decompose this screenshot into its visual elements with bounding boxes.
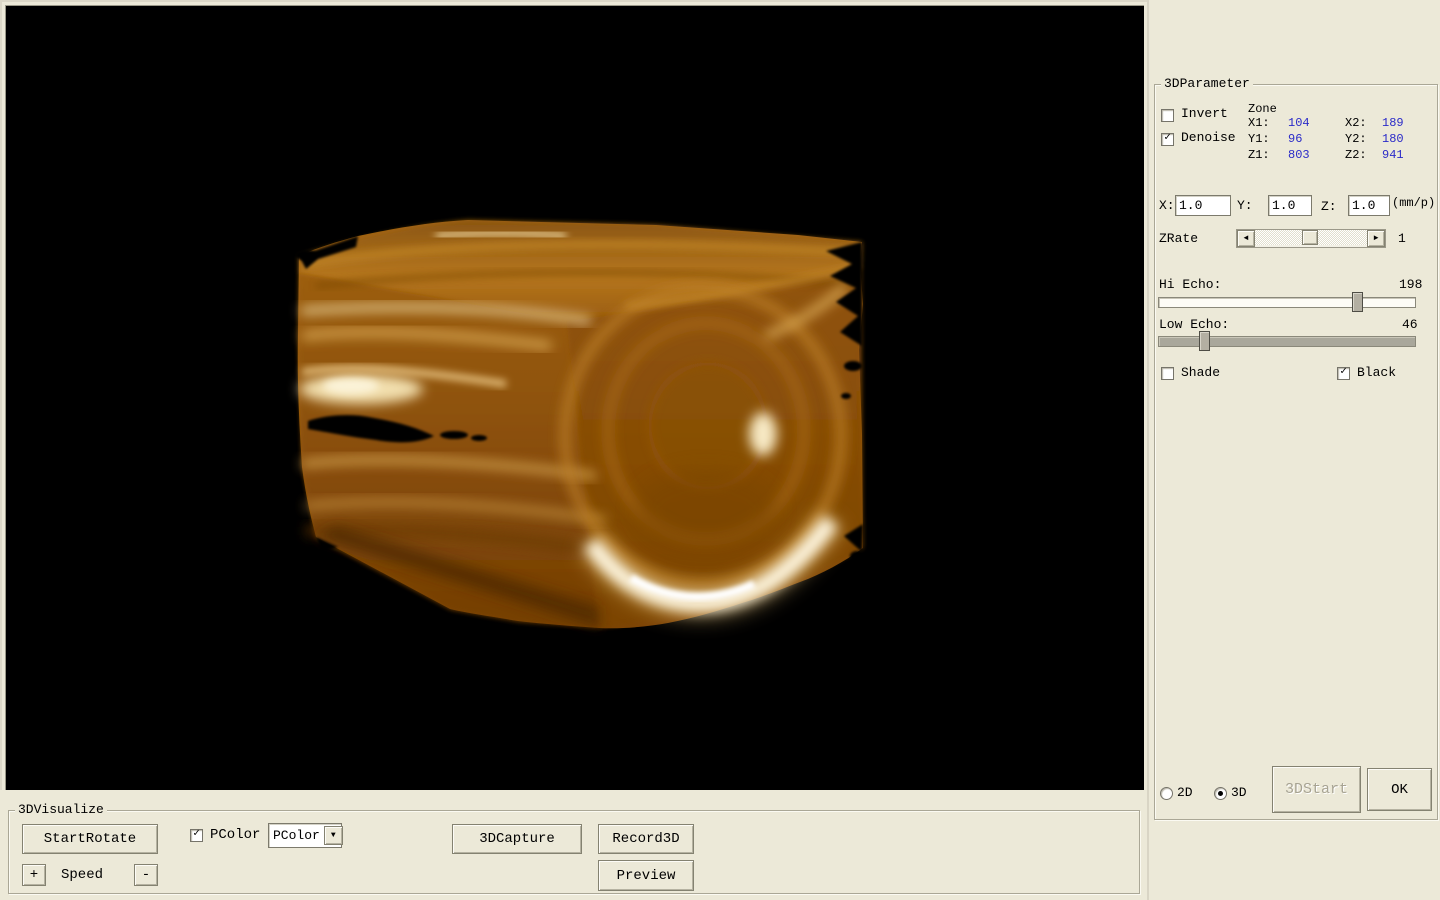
- low-echo-value: 46: [1402, 317, 1418, 332]
- app-window: { "icons": { "check": "✓", "scroll_left"…: [0, 0, 1440, 900]
- zone-y2-label: Y2:: [1345, 132, 1367, 146]
- low-echo-slider[interactable]: [1158, 336, 1416, 347]
- visualize-panel: 3DVisualize StartRotate + Speed - ✓ PCol…: [0, 790, 1147, 900]
- scale-z-input[interactable]: [1348, 195, 1390, 216]
- start-rotate-button[interactable]: StartRotate: [22, 824, 158, 854]
- scale-x-label: X:: [1159, 198, 1175, 213]
- scale-z-label: Z:: [1321, 199, 1337, 214]
- visualize-groupbox: 3DVisualize StartRotate + Speed - ✓ PCol…: [8, 810, 1140, 894]
- pcolor-checkbox[interactable]: ✓: [190, 829, 203, 842]
- mode-2d-label: 2D: [1177, 785, 1193, 800]
- zone-x1-label: X1:: [1248, 116, 1270, 130]
- mode-3d-label: 3D: [1231, 785, 1247, 800]
- pcolor-select[interactable]: PColor ▼: [268, 823, 342, 848]
- mode-2d-radio[interactable]: [1160, 787, 1173, 800]
- mode-3d-radio[interactable]: [1214, 787, 1227, 800]
- zone-z2-label: Z2:: [1345, 148, 1367, 162]
- black-label: Black: [1357, 365, 1396, 380]
- zone-label: Zone: [1248, 102, 1277, 116]
- shade-label: Shade: [1181, 365, 1220, 380]
- speed-minus-button[interactable]: -: [134, 864, 158, 886]
- hi-echo-label: Hi Echo:: [1159, 277, 1221, 292]
- dropdown-arrow-icon[interactable]: ▼: [324, 826, 343, 845]
- zone-z2-value: 941: [1382, 148, 1404, 162]
- invert-checkbox[interactable]: [1161, 109, 1174, 122]
- zrate-scroll-left-icon[interactable]: ◄: [1237, 230, 1255, 247]
- zone-y1-value: 96: [1288, 132, 1302, 146]
- zrate-scrollbar[interactable]: ◄ ►: [1236, 229, 1386, 248]
- zone-row: X1: 104 X2: 189: [1248, 116, 1270, 130]
- zrate-label: ZRate: [1159, 231, 1198, 246]
- zrate-scroll-right-icon[interactable]: ►: [1367, 230, 1385, 247]
- denoise-label: Denoise: [1181, 130, 1236, 145]
- denoise-checkbox[interactable]: ✓: [1161, 133, 1174, 146]
- scale-y-input[interactable]: [1268, 195, 1312, 216]
- zone-row: Z1: 803 Z2: 941: [1248, 148, 1270, 162]
- scale-unit-label: (mm/p): [1392, 196, 1435, 210]
- black-checkbox[interactable]: ✓: [1337, 367, 1350, 380]
- parameter-panel: 3DParameter Invert ✓ Denoise Zone X1: 10…: [1147, 0, 1440, 900]
- hi-echo-slider[interactable]: [1158, 297, 1416, 308]
- zrate-thumb[interactable]: [1302, 230, 1318, 245]
- zrate-track[interactable]: [1255, 230, 1367, 245]
- render-viewport[interactable]: [5, 5, 1144, 791]
- zone-x2-label: X2:: [1345, 116, 1367, 130]
- record-3d-button[interactable]: Record3D: [598, 824, 694, 854]
- parameter-group-title: 3DParameter: [1161, 77, 1253, 91]
- visualize-group-title: 3DVisualize: [15, 803, 107, 817]
- speed-label: Speed: [61, 867, 103, 883]
- zone-y1-label: Y1:: [1248, 132, 1270, 146]
- capture-3d-button[interactable]: 3DCapture: [452, 824, 582, 854]
- start-3d-button[interactable]: 3DStart: [1272, 766, 1361, 813]
- zone-row: Y1: 96 Y2: 180: [1248, 132, 1270, 146]
- preview-button[interactable]: Preview: [598, 860, 694, 891]
- hi-echo-thumb[interactable]: [1352, 292, 1363, 312]
- zone-z1-value: 803: [1288, 148, 1310, 162]
- zrate-value: 1: [1398, 231, 1406, 246]
- pcolor-select-value: PColor: [269, 827, 324, 844]
- scale-x-input[interactable]: [1175, 195, 1231, 216]
- scale-y-label: Y:: [1237, 198, 1253, 213]
- speed-plus-button[interactable]: +: [22, 864, 46, 886]
- parameter-groupbox: 3DParameter Invert ✓ Denoise Zone X1: 10…: [1154, 84, 1438, 820]
- ok-button[interactable]: OK: [1367, 768, 1432, 811]
- shade-checkbox[interactable]: [1161, 367, 1174, 380]
- zone-x1-value: 104: [1288, 116, 1310, 130]
- zone-y2-value: 180: [1382, 132, 1404, 146]
- invert-label: Invert: [1181, 106, 1228, 121]
- zone-z1-label: Z1:: [1248, 148, 1270, 162]
- zone-x2-value: 189: [1382, 116, 1404, 130]
- volume-render: [6, 6, 1144, 791]
- pcolor-label: PColor: [210, 827, 260, 843]
- hi-echo-value: 198: [1399, 277, 1422, 292]
- low-echo-thumb[interactable]: [1199, 331, 1210, 351]
- low-echo-label: Low Echo:: [1159, 317, 1229, 332]
